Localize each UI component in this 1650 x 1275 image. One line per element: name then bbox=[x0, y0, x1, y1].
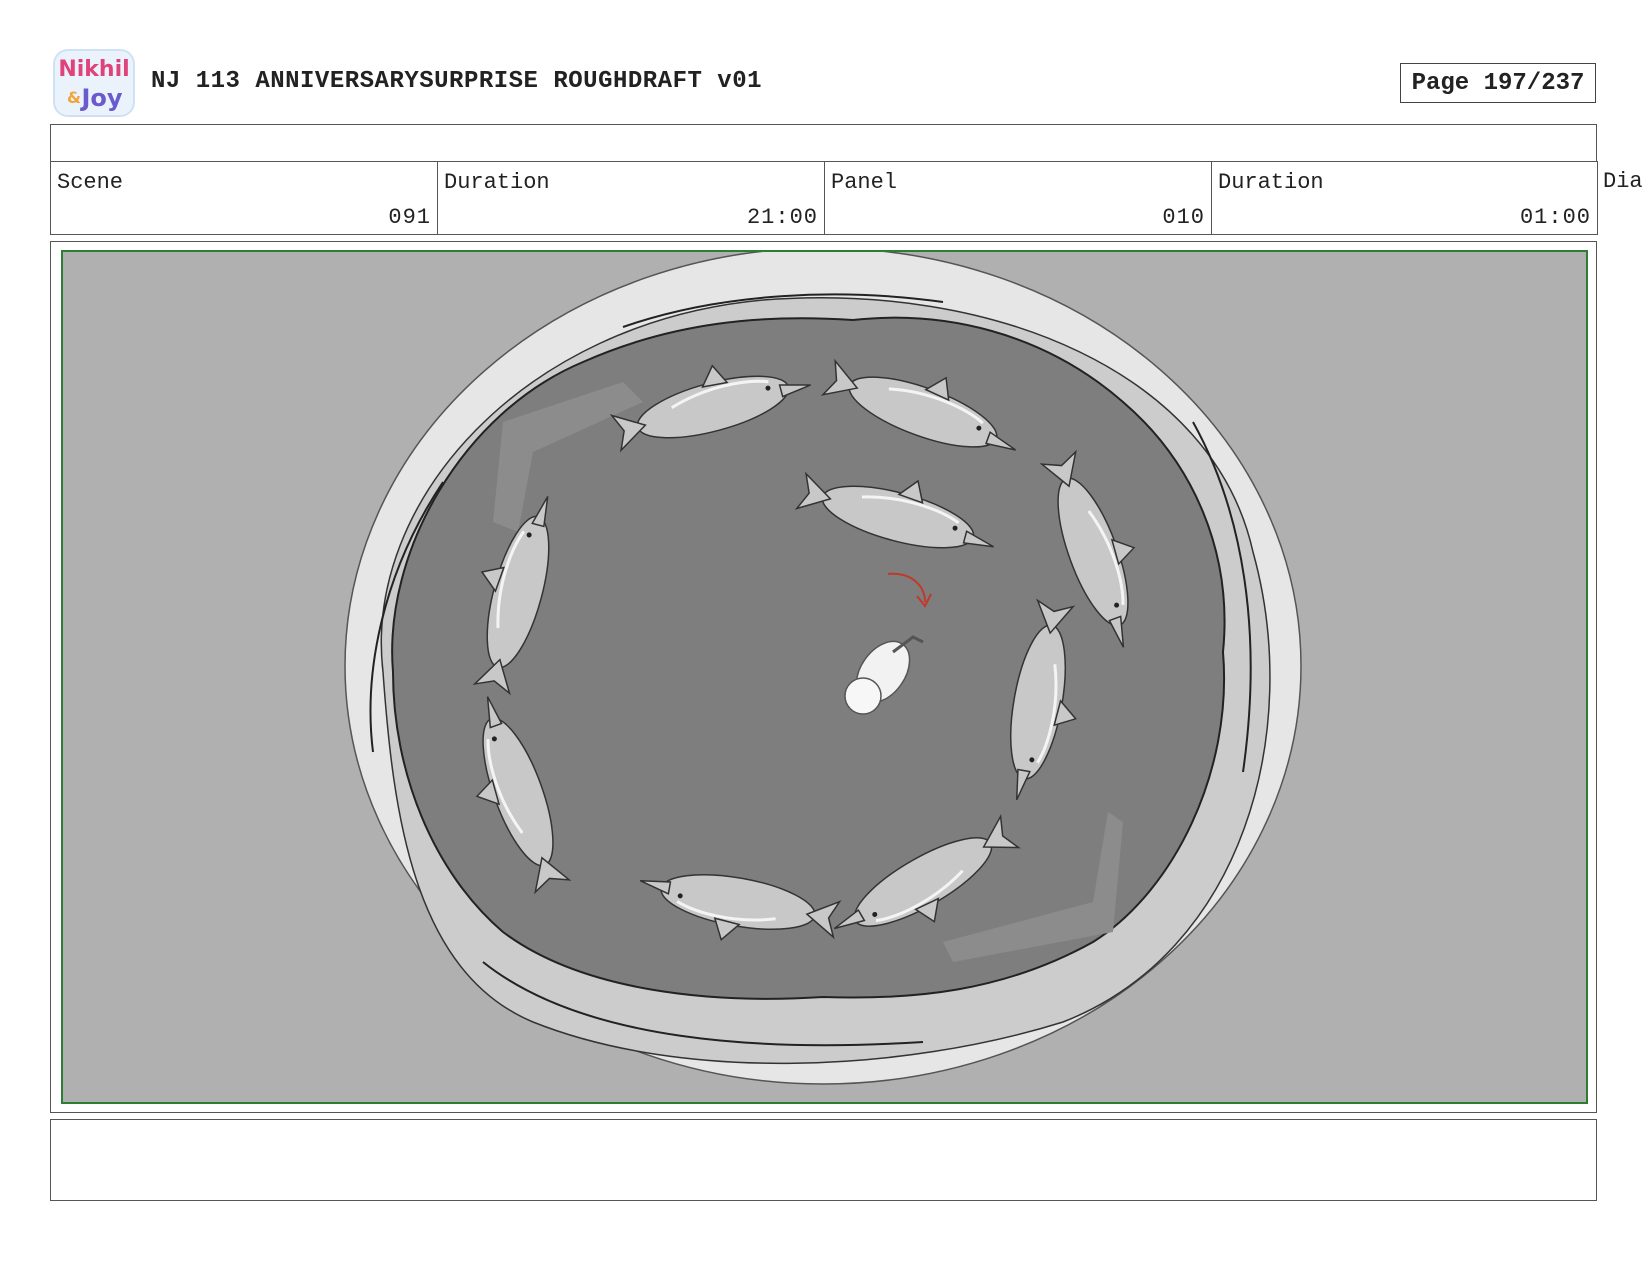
dialogue-label: Dia bbox=[1603, 169, 1643, 194]
panel-cell: Panel 010 bbox=[824, 161, 1212, 235]
show-logo: Nikhil & Joy bbox=[52, 48, 136, 118]
scene-cell: Scene 091 bbox=[50, 161, 438, 235]
scene-duration-cell: Duration 21:00 bbox=[437, 161, 825, 235]
panel-value: 010 bbox=[1162, 205, 1205, 230]
dialogue-cell: Dia bbox=[1597, 161, 1650, 235]
panel-label: Panel bbox=[831, 170, 898, 195]
panel-duration-cell: Duration 01:00 bbox=[1211, 161, 1598, 235]
page-indicator: Page 197/237 bbox=[1400, 63, 1596, 103]
panel-duration-label: Duration bbox=[1218, 170, 1324, 195]
notes-box bbox=[50, 1119, 1597, 1201]
scene-label: Scene bbox=[57, 170, 124, 195]
logo-ampersand: & bbox=[67, 88, 81, 107]
shot-info-row: Scene 091 Duration 21:00 Panel 010 Durat… bbox=[50, 161, 1650, 235]
scene-duration-label: Duration bbox=[444, 170, 550, 195]
header-strip bbox=[50, 124, 1597, 161]
logo-word-joy: Joy bbox=[79, 84, 122, 112]
panel-artwork bbox=[61, 250, 1588, 1104]
panel-duration-value: 01:00 bbox=[1519, 205, 1591, 230]
logo-word-nikhil: Nikhil bbox=[58, 57, 129, 82]
scene-value: 091 bbox=[388, 205, 431, 230]
character-head bbox=[844, 677, 882, 715]
scene-duration-value: 21:00 bbox=[746, 205, 818, 230]
pool-scene-illustration bbox=[344, 252, 1302, 1085]
document-title: NJ 113 ANNIVERSARYSURPRISE ROUGHDRAFT v0… bbox=[151, 68, 762, 95]
storyboard-panel bbox=[50, 241, 1597, 1113]
